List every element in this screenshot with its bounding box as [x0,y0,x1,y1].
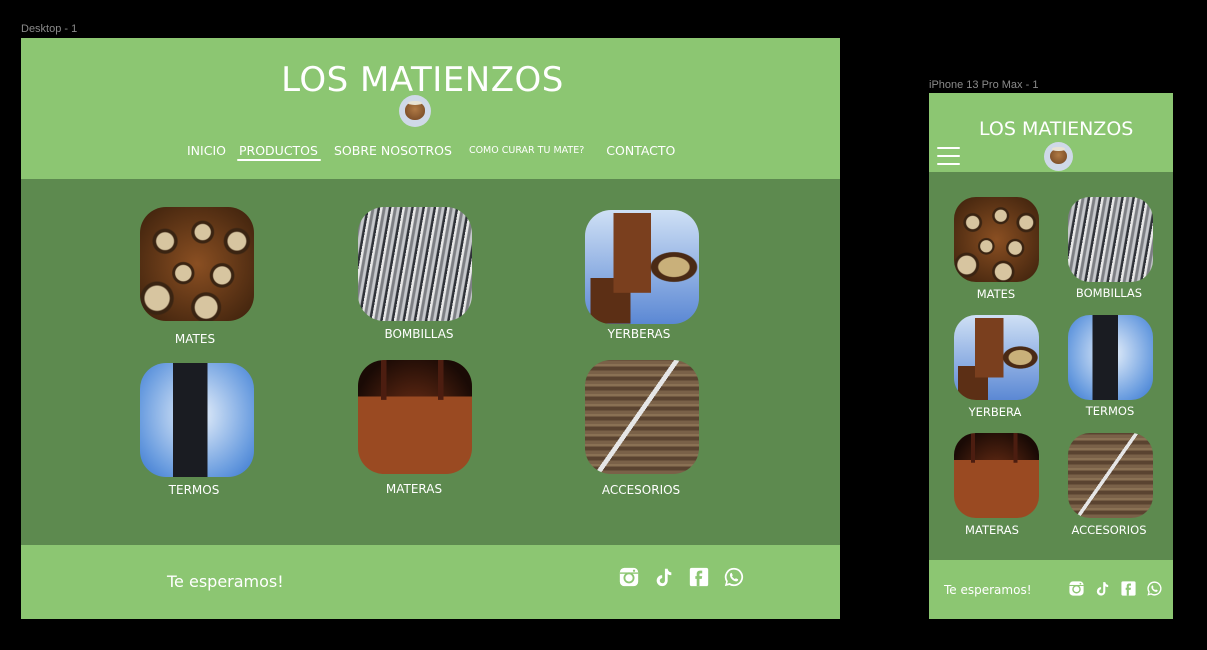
desktop-frame-label: Desktop - 1 [21,23,78,35]
nav-contacto[interactable]: CONTACTO [606,143,675,158]
mobile-frame-label: iPhone 13 Pro Max - 1 [929,79,1039,91]
mobile-whatsapp-icon[interactable] [1146,580,1163,597]
product-label-yerberas[interactable]: YERBERAS [559,327,719,341]
desktop-frame: LOS MATIENZOS INICIO PRODUCTOS SOBRE NOS… [21,38,840,619]
nav-inicio[interactable]: INICIO [187,143,226,158]
product-label-materas[interactable]: MATERAS [334,482,494,496]
site-title: LOS MATIENZOS [281,60,564,100]
mobile-product-image-materas[interactable] [954,433,1039,518]
mobile-frame: LOS MATIENZOS MATES BOMBILLAS YERBERA TE… [929,93,1173,619]
mobile-instagram-icon[interactable] [1068,580,1085,597]
product-image-accesorios[interactable] [585,360,699,474]
product-image-mates[interactable] [140,207,254,321]
product-image-yerberas[interactable] [585,210,699,324]
mobile-product-label-bombillas[interactable]: BOMBILLAS [1054,286,1164,300]
mobile-site-title: LOS MATIENZOS [979,118,1134,140]
mobile-product-label-accesorios[interactable]: ACCESORIOS [1054,523,1164,537]
product-image-materas[interactable] [358,360,472,474]
mobile-footer-text: Te esperamos! [944,583,1032,597]
main-nav: INICIO PRODUCTOS SOBRE NOSOTROS COMO CUR… [187,140,675,161]
mobile-facebook-icon[interactable] [1120,580,1137,597]
mobile-product-image-accesorios[interactable] [1068,433,1153,518]
mobile-product-label-yerbera[interactable]: YERBERA [940,405,1050,419]
product-label-bombillas[interactable]: BOMBILLAS [339,327,499,341]
facebook-icon[interactable] [688,566,710,588]
mobile-product-image-yerbera[interactable] [954,315,1039,400]
product-image-termos[interactable] [140,363,254,477]
mobile-social-links [1068,580,1172,597]
social-links [618,566,758,588]
mobile-product-image-termos[interactable] [1068,315,1153,400]
product-label-termos[interactable]: TERMOS [114,483,274,497]
product-label-mates[interactable]: MATES [115,332,275,346]
header: LOS MATIENZOS INICIO PRODUCTOS SOBRE NOS… [21,38,840,179]
nav-como-curar[interactable]: COMO CURAR TU MATE? [469,145,584,156]
mobile-mate-logo-icon[interactable] [1044,142,1073,171]
mate-logo-icon[interactable] [399,95,431,127]
nav-productos[interactable]: PRODUCTOS [236,143,321,161]
design-canvas: Desktop - 1 iPhone 13 Pro Max - 1 LOS MA… [0,0,1207,650]
footer-text: Te esperamos! [167,572,284,591]
mobile-product-label-materas[interactable]: MATERAS [937,523,1047,537]
hamburger-menu-icon[interactable] [937,147,960,165]
product-label-accesorios[interactable]: ACCESORIOS [561,483,721,497]
product-image-bombillas[interactable] [358,207,472,321]
mobile-product-image-mates[interactable] [954,197,1039,282]
mobile-product-label-mates[interactable]: MATES [941,287,1051,301]
footer: Te esperamos! [21,545,840,619]
mobile-product-image-bombillas[interactable] [1068,197,1153,282]
mobile-product-label-termos[interactable]: TERMOS [1055,404,1165,418]
mobile-tiktok-icon[interactable] [1094,580,1111,597]
nav-sobre-nosotros[interactable]: SOBRE NOSOTROS [334,143,452,158]
mobile-header: LOS MATIENZOS [929,93,1173,172]
instagram-icon[interactable] [618,566,640,588]
tiktok-icon[interactable] [653,566,675,588]
mobile-footer: Te esperamos! [929,560,1173,619]
whatsapp-icon[interactable] [723,566,745,588]
